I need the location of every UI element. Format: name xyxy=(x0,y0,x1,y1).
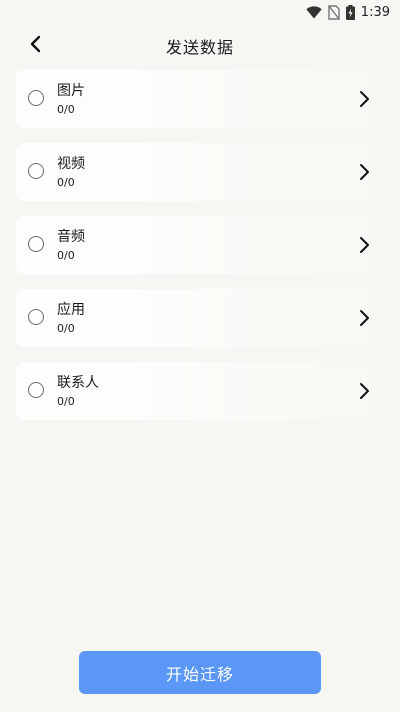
select-radio-audio[interactable] xyxy=(28,236,44,252)
select-radio-apps[interactable] xyxy=(28,309,44,325)
category-count: 0/0 xyxy=(57,249,75,262)
select-radio-images[interactable] xyxy=(28,90,44,106)
status-bar: 1:39 xyxy=(0,0,400,24)
page-title: 发送数据 xyxy=(165,38,234,57)
category-count: 0/0 xyxy=(57,176,75,189)
category-count: 0/0 xyxy=(57,395,75,408)
category-item-images[interactable]: 图片 0/0 xyxy=(16,70,384,128)
status-time: 1:39 xyxy=(360,4,390,20)
chevron-right-icon[interactable] xyxy=(356,163,372,181)
wifi-icon xyxy=(306,5,322,19)
category-count: 0/0 xyxy=(57,322,75,335)
select-radio-contacts[interactable] xyxy=(28,382,44,398)
chevron-right-icon[interactable] xyxy=(356,382,372,400)
category-label: 音频 xyxy=(57,229,85,245)
category-item-apps[interactable]: 应用 0/0 xyxy=(16,289,384,347)
category-item-contacts[interactable]: 联系人 0/0 xyxy=(16,362,384,420)
chevron-right-icon[interactable] xyxy=(356,90,372,108)
chevron-right-icon[interactable] xyxy=(356,309,372,327)
category-count: 0/0 xyxy=(57,103,75,116)
category-item-audio[interactable]: 音频 0/0 xyxy=(16,216,384,274)
battery-icon xyxy=(345,4,355,20)
no-sim-icon xyxy=(327,4,340,20)
status-icons: 1:39 xyxy=(306,3,390,21)
category-label: 应用 xyxy=(57,302,85,318)
app-bar: 发送数据 xyxy=(0,28,400,64)
category-label: 联系人 xyxy=(57,375,99,391)
select-radio-videos[interactable] xyxy=(28,163,44,179)
category-item-videos[interactable]: 视频 0/0 xyxy=(16,143,384,201)
category-label: 图片 xyxy=(57,83,85,99)
category-list: 图片 0/0 视频 0/0 音频 0/0 应用 0/0 联系人 0/0 xyxy=(16,70,384,435)
start-migration-button[interactable]: 开始迁移 xyxy=(79,651,321,694)
category-label: 视频 xyxy=(57,156,85,172)
chevron-right-icon[interactable] xyxy=(356,236,372,254)
